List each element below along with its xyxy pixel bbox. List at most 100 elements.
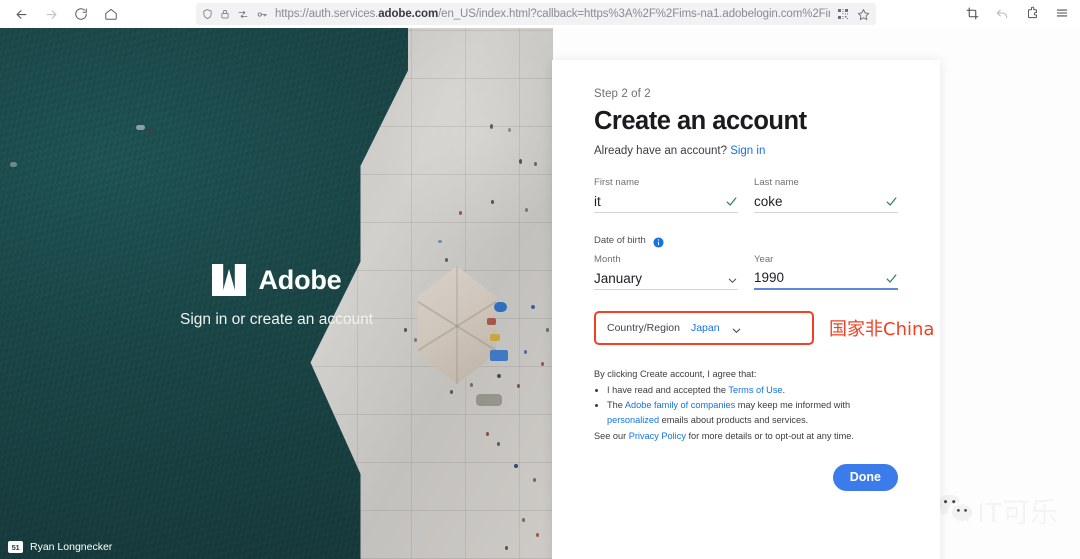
country-region-select[interactable]: Country/Region Japan [594, 311, 814, 345]
date-of-birth-label: Date of birth [594, 235, 646, 246]
last-name-field: Last name coke [754, 177, 898, 213]
swimmer-dot [136, 125, 145, 130]
person-dot [505, 546, 508, 550]
url-prefix: https://auth.services. [275, 8, 379, 20]
hero-background-photo: Adobe Sign in or create an account 51 Ry… [0, 28, 553, 559]
done-button[interactable]: Done [832, 463, 898, 491]
legal-footer-post: for more details or to opt-out at any ti… [685, 431, 854, 442]
person-dot [438, 240, 442, 243]
valid-check-icon [885, 195, 898, 208]
photo-credit: 51 Ryan Longnecker [8, 541, 112, 553]
card-actions: Done [594, 463, 898, 491]
forward-button[interactable] [36, 2, 66, 26]
step-indicator: Step 2 of 2 [594, 88, 651, 100]
undo-icon[interactable] [992, 2, 1012, 24]
blue-tarp [490, 350, 508, 361]
person-dot [541, 362, 544, 366]
brand-name: Adobe [258, 264, 342, 295]
date-of-birth-label-row: Date of birth [594, 235, 898, 248]
person-dot [445, 258, 448, 262]
year-input[interactable]: 1990 [754, 268, 898, 290]
adobe-logo-icon [211, 264, 246, 296]
chevron-down-icon [727, 273, 738, 284]
month-select[interactable]: January [594, 268, 738, 290]
page-title: Create an account [594, 107, 807, 135]
legal-b2-mid: may keep me informed with [735, 400, 851, 411]
name-fields-row: First name it Last name coke [594, 177, 898, 213]
person-dot [459, 211, 462, 215]
year-field: Year 1990 [754, 254, 898, 290]
legal-bullet-1: I have read and accepted the Terms of Us… [607, 383, 898, 398]
back-button[interactable] [6, 2, 36, 26]
lock-icon[interactable] [220, 8, 230, 20]
extensions-icon[interactable] [1022, 2, 1042, 24]
valid-check-icon [725, 195, 738, 208]
last-name-label: Last name [754, 177, 799, 188]
star-icon[interactable] [857, 8, 870, 21]
country-region-label: Country/Region [607, 322, 680, 334]
person-dot [517, 384, 520, 388]
screenshot-icon[interactable] [962, 2, 982, 24]
reader-view-icon[interactable] [237, 9, 249, 20]
person-dot [522, 518, 525, 522]
hero-subtitle: Sign in or create an account [179, 311, 373, 328]
url-domain: adobe.com [378, 8, 439, 20]
wechat-icon [936, 493, 974, 529]
toolbar-right-icons [962, 2, 1072, 24]
adobe-lockup: Adobe [211, 264, 342, 296]
photographer-name: Ryan Longnecker [30, 541, 113, 553]
person-dot [497, 442, 500, 446]
last-name-value: coke [754, 193, 783, 209]
person-dot [490, 124, 493, 129]
person-dot [519, 159, 522, 164]
address-bar[interactable]: https://auth.services.adobe.com/en_US/in… [196, 3, 876, 25]
person-dot [486, 432, 489, 436]
person-dot [508, 128, 511, 132]
chevron-down-icon [731, 323, 742, 334]
signin-prompt-text: Already have an account? [594, 145, 727, 157]
legal-b2-post: emails about products and services. [659, 414, 809, 425]
privacy-policy-link[interactable]: Privacy Policy [629, 431, 686, 441]
qr-code-icon[interactable] [837, 8, 849, 20]
info-icon[interactable] [653, 235, 664, 248]
key-icon[interactable] [256, 9, 268, 20]
month-field: Month January [594, 254, 738, 290]
last-name-input[interactable]: coke [754, 191, 898, 213]
watermark-text: IT可乐 [977, 497, 1058, 528]
adobe-family-link[interactable]: Adobe family of companies [625, 400, 735, 410]
person-dot [491, 200, 494, 204]
terms-of-use-link[interactable]: Terms of Use [728, 385, 782, 395]
swimmer-dot [147, 128, 154, 134]
person-dot [533, 478, 536, 482]
person-dot [534, 162, 537, 166]
person-dot [470, 383, 473, 387]
year-label: Year [754, 254, 774, 265]
legal-b1-post: . [782, 384, 786, 395]
first-name-value: it [594, 193, 601, 209]
shield-icon[interactable] [202, 8, 213, 20]
url-suffix: /en_US/index.html?callback=https%3A%2F%2… [438, 8, 830, 20]
credit-badge: 51 [8, 541, 23, 553]
browser-toolbar: https://auth.services.adobe.com/en_US/in… [0, 0, 1080, 28]
first-name-field: First name it [594, 177, 738, 213]
person-dot [524, 350, 527, 354]
first-name-label: First name [594, 177, 640, 188]
signin-link[interactable]: Sign in [730, 145, 765, 157]
menu-icon[interactable] [1052, 2, 1072, 24]
personalized-link[interactable]: personalized [607, 415, 659, 425]
month-value: January [594, 270, 643, 286]
person-dot [497, 374, 501, 378]
signin-prompt-row: Already have an account? Sign in [594, 145, 898, 157]
yellow-object [490, 334, 500, 341]
year-value: 1990 [754, 270, 785, 286]
url-text: https://auth.services.adobe.com/en_US/in… [275, 8, 830, 20]
person-dot [536, 533, 539, 537]
legal-footer: See our Privacy Policy for more details … [594, 429, 898, 444]
first-name-input[interactable]: it [594, 191, 738, 213]
create-account-card: Step 2 of 2 Create an account Already ha… [552, 60, 940, 559]
navigation-buttons [0, 2, 126, 26]
reload-button[interactable] [66, 2, 96, 26]
home-button[interactable] [96, 2, 126, 26]
person-dot [514, 464, 518, 468]
annotation-label: 国家非China [829, 319, 935, 340]
